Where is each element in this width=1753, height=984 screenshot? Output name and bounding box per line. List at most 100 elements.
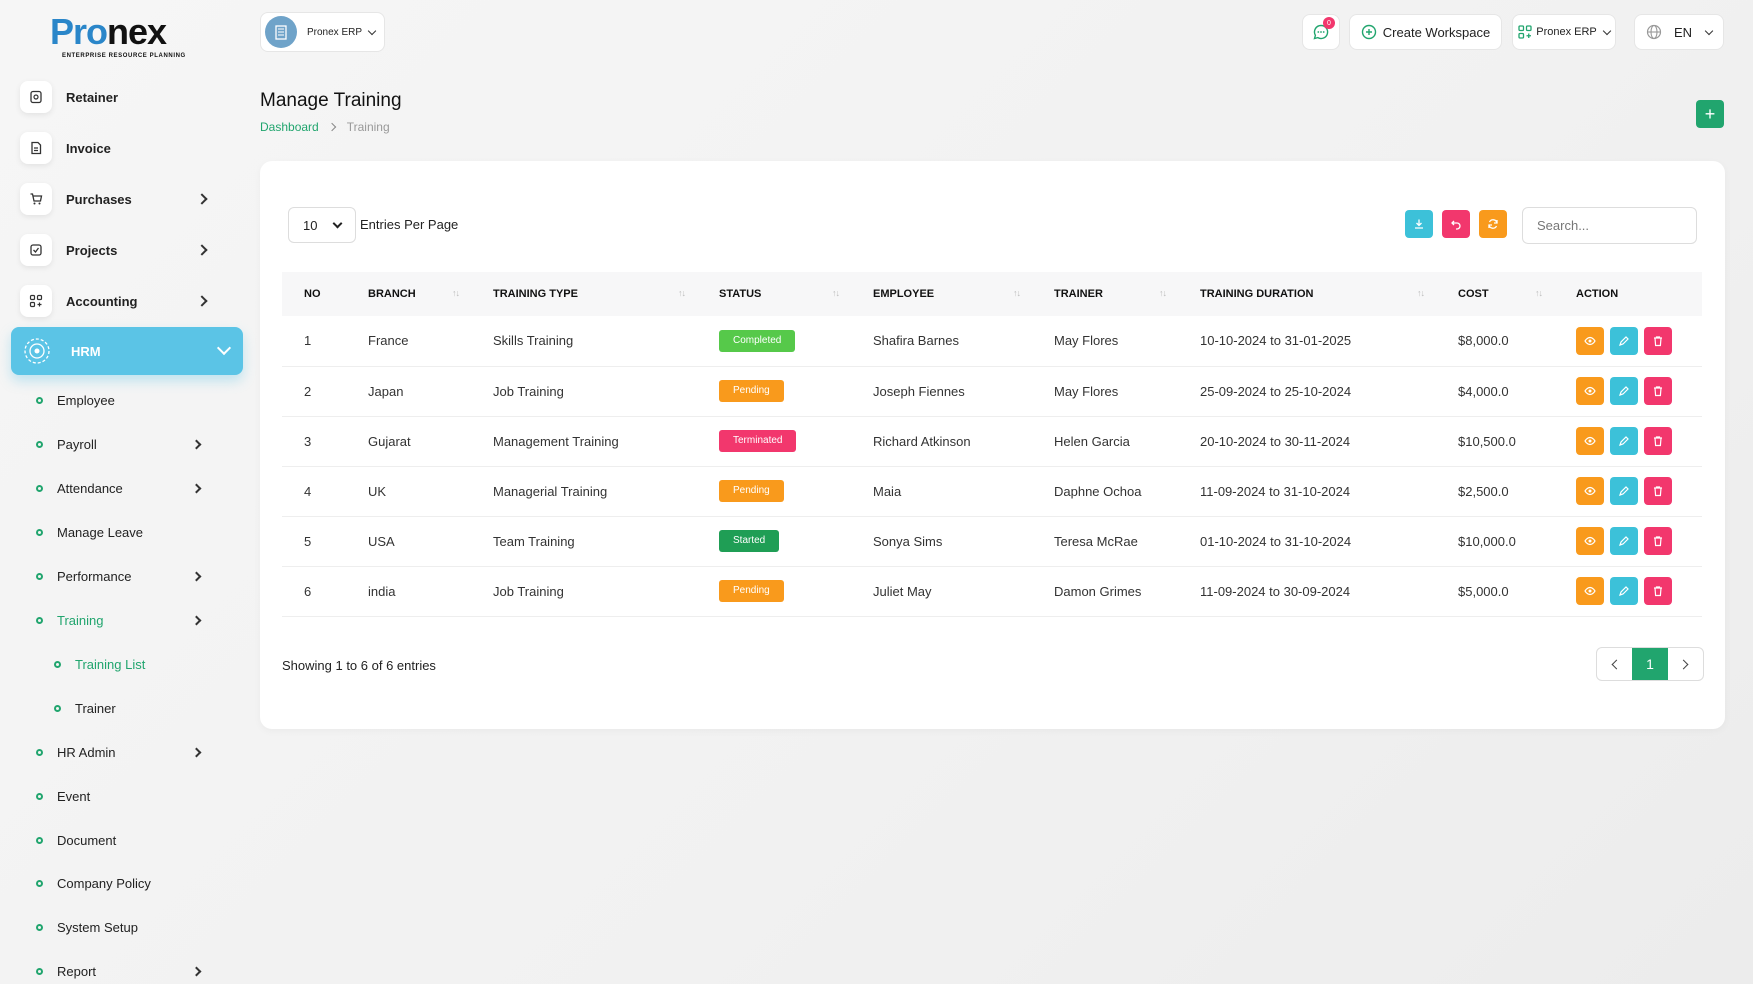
sidebar-subitem-label: Attendance: [57, 480, 123, 496]
export-button[interactable]: [1405, 210, 1433, 238]
column-header-label: TRAINING TYPE: [493, 288, 578, 300]
table-row: 1 France Skills Training Completed Shafi…: [282, 316, 1702, 367]
sidebar-subitem-training-list[interactable]: Training List: [54, 652, 216, 676]
notification-badge: 0: [1323, 17, 1335, 29]
cell-duration: 25-09-2024 to 25-10-2024: [1178, 366, 1436, 417]
delete-button[interactable]: [1644, 377, 1672, 405]
cell-employee: Shafira Barnes: [851, 316, 1032, 367]
edit-button[interactable]: [1610, 577, 1638, 605]
sidebar-subitem-label: Company Policy: [57, 875, 151, 891]
eye-icon: [1584, 386, 1596, 396]
view-button[interactable]: [1576, 377, 1604, 405]
view-button[interactable]: [1576, 326, 1604, 355]
column-header-training-duration[interactable]: TRAINING DURATION ↑↓: [1178, 272, 1436, 316]
sidebar-subitem-label: Performance: [57, 568, 132, 584]
refresh-button[interactable]: [1479, 210, 1507, 238]
sidebar-item-accounting[interactable]: Accounting: [20, 281, 220, 321]
create-workspace-button[interactable]: Create Workspace: [1349, 14, 1502, 50]
edit-button[interactable]: [1610, 427, 1638, 455]
eye-icon: [1584, 486, 1596, 496]
eye-icon: [1584, 586, 1596, 596]
pagination-next-button[interactable]: [1668, 648, 1703, 680]
language-label: EN: [1673, 24, 1693, 40]
chevron-right-icon: [196, 295, 208, 307]
sidebar-subitem-employee[interactable]: Employee: [36, 388, 216, 412]
sidebar-subitem-company-policy[interactable]: Company Policy: [36, 871, 216, 895]
column-header-status[interactable]: STATUS ↑↓: [697, 272, 851, 316]
table-row: 6 india Job Training Pending Juliet May …: [282, 566, 1702, 617]
cell-cost: $10,500.0: [1436, 416, 1554, 467]
delete-button[interactable]: [1644, 477, 1672, 505]
pencil-icon: [1619, 335, 1629, 346]
messages-button[interactable]: 0: [1302, 14, 1340, 50]
globe-icon: [1646, 24, 1662, 40]
sidebar-subitem-event[interactable]: Event: [36, 784, 216, 808]
sidebar-item-label: Retainer: [66, 89, 119, 105]
workspace-selector[interactable]: Pronex ERP: [260, 12, 385, 52]
sidebar-subitem-system-setup[interactable]: System Setup: [36, 915, 216, 939]
column-header-cost[interactable]: COST ↑↓: [1436, 272, 1554, 316]
refresh-icon: [1488, 219, 1498, 229]
bullet-icon: [36, 923, 43, 931]
view-button[interactable]: [1576, 477, 1604, 505]
edit-button[interactable]: [1610, 326, 1638, 355]
view-button[interactable]: [1576, 527, 1604, 555]
delete-button[interactable]: [1644, 527, 1672, 555]
cell-employee: Sonya Sims: [851, 516, 1032, 567]
sidebar-subitem-hr-admin[interactable]: HR Admin: [36, 740, 216, 764]
column-header-training-type[interactable]: TRAINING TYPE ↑↓: [471, 272, 697, 316]
sidebar-subitem-performance[interactable]: Performance: [36, 564, 216, 588]
hrm-icon: [21, 335, 53, 367]
sidebar-subitem-training[interactable]: Training: [36, 608, 216, 632]
sidebar-subitem-document[interactable]: Document: [36, 828, 216, 852]
column-header-employee[interactable]: EMPLOYEE ↑↓: [851, 272, 1032, 316]
sidebar-item-hrm[interactable]: HRM: [11, 327, 243, 375]
delete-button[interactable]: [1644, 577, 1672, 605]
chevron-right-icon: [191, 966, 202, 976]
chevron-down-icon: [332, 218, 343, 228]
view-button[interactable]: [1576, 427, 1604, 455]
sidebar-item-retainer[interactable]: Retainer: [20, 77, 220, 117]
sidebar-subitem-label: System Setup: [57, 919, 138, 935]
sidebar-subitem-report[interactable]: Report: [36, 959, 216, 983]
breadcrumb-dashboard[interactable]: Dashboard: [260, 120, 319, 134]
add-training-button[interactable]: +: [1696, 100, 1724, 128]
pagination-page-1[interactable]: 1: [1632, 648, 1668, 680]
search-input[interactable]: [1522, 207, 1697, 244]
sidebar-item-invoice[interactable]: Invoice: [20, 128, 220, 168]
sidebar-subitem-label: Training List: [75, 656, 146, 672]
chevron-right-icon: [191, 483, 202, 493]
logo-tagline: ENTERPRISE RESOURCE PLANNING: [62, 53, 186, 59]
pronex-logo[interactable]: Pronex ENTERPRISE RESOURCE PLANNING: [50, 12, 185, 62]
cell-training-type: Job Training: [471, 366, 697, 417]
cell-training-type: Skills Training: [471, 316, 697, 367]
eye-icon: [1584, 336, 1596, 345]
column-header-trainer[interactable]: TRAINER ↑↓: [1032, 272, 1178, 316]
erp-menu-button[interactable]: Pronex ERP: [1512, 14, 1616, 50]
eye-icon: [1584, 436, 1596, 446]
sidebar-subitem-payroll[interactable]: Payroll: [36, 432, 216, 456]
edit-button[interactable]: [1610, 477, 1638, 505]
column-header-no[interactable]: NO: [282, 272, 346, 316]
table-row: 4 UK Managerial Training Pending Maia Da…: [282, 466, 1702, 517]
sidebar-subitem-attendance[interactable]: Attendance: [36, 476, 216, 500]
chevron-down-icon: [367, 26, 377, 35]
sidebar-item-purchases[interactable]: Purchases: [20, 179, 220, 219]
edit-button[interactable]: [1610, 377, 1638, 405]
delete-button[interactable]: [1644, 427, 1672, 455]
edit-button[interactable]: [1610, 527, 1638, 555]
sidebar-subitem-manage-leave[interactable]: Manage Leave: [36, 520, 216, 544]
entries-per-page-label: Entries Per Page: [360, 217, 459, 232]
delete-button[interactable]: [1644, 326, 1672, 355]
language-selector[interactable]: EN: [1634, 14, 1724, 50]
pagination-prev-button[interactable]: [1597, 648, 1632, 680]
view-button[interactable]: [1576, 577, 1604, 605]
cell-duration: 11-09-2024 to 31-10-2024: [1178, 466, 1436, 517]
cell-training-type: Job Training: [471, 566, 697, 617]
retainer-icon: [20, 81, 52, 113]
sidebar-item-projects[interactable]: Projects: [20, 230, 220, 270]
sidebar-subitem-trainer[interactable]: Trainer: [54, 696, 216, 720]
entries-per-page-select[interactable]: 10: [288, 207, 356, 243]
column-header-branch[interactable]: BRANCH ↑↓: [346, 272, 471, 316]
import-button[interactable]: [1442, 210, 1470, 238]
